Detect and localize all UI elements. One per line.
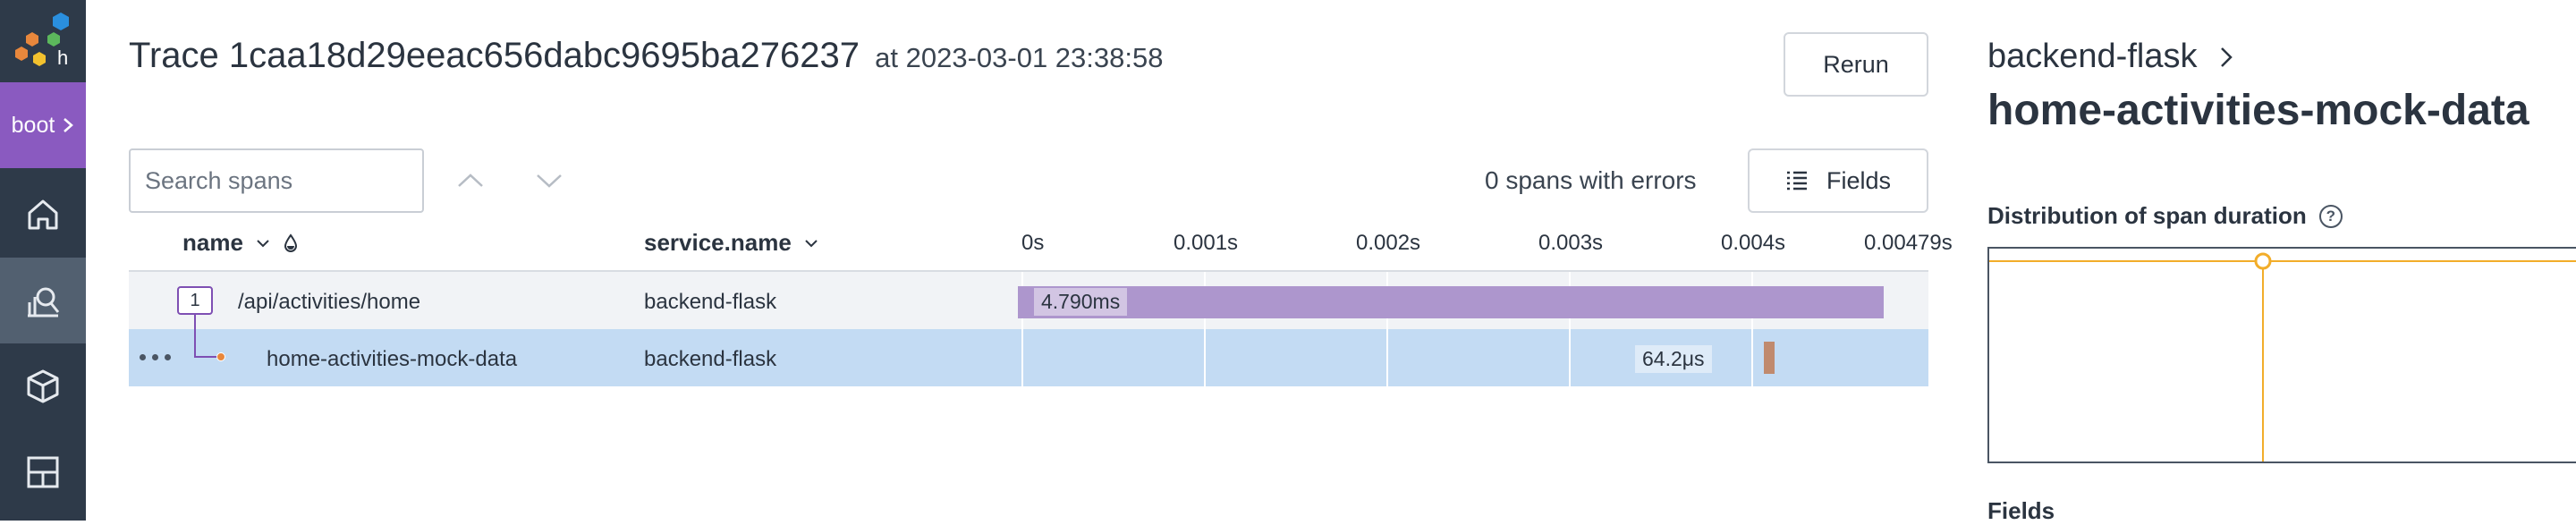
span-duration-label: 64.2μs [1635,345,1712,373]
distribution-plot [1989,252,2576,461]
more-options-icon[interactable] [140,354,171,360]
timeline-tick: 0.003s [1538,231,1604,255]
span-duration-distribution-chart[interactable] [1987,247,2576,463]
span-duration-bar[interactable] [1764,342,1775,374]
column-header-service[interactable]: service.name [644,229,818,257]
environment-label: boot [11,112,55,138]
span-status-dot [216,352,225,361]
chevron-down-icon [257,239,269,247]
timeline-tick: 0.00479s [1864,231,1953,255]
nav-rail: h boot [0,0,86,521]
trace-title: Trace 1caa18d29eeac656dabc9695ba276237 [129,36,860,75]
trace-timestamp: at 2023-03-01 23:38:58 [875,42,1164,73]
svg-text:h: h [57,47,68,69]
fields-button[interactable]: Fields [1748,148,1928,213]
nav-boards[interactable] [0,429,86,515]
column-header-name[interactable]: name [182,229,299,257]
help-icon[interactable]: ? [2318,204,2343,228]
fields-heading: Fields [1987,497,2055,524]
home-icon [28,199,58,230]
rerun-label: Rerun [1823,50,1889,78]
nav-query[interactable] [0,258,86,343]
honeycomb-logo[interactable]: h [13,11,73,72]
chevron-down-icon [805,239,818,247]
panel-service-name: backend-flask [1987,38,2198,75]
boards-icon [27,456,59,488]
child-count-badge[interactable]: 1 [177,286,213,315]
span-service: backend-flask [644,290,777,314]
span-duration-label: 4.790ms [1034,288,1128,316]
page-title: Trace 1caa18d29eeac656dabc9695ba276237 a… [129,36,1163,76]
timeline-tick: 0s [1021,231,1045,255]
tree-connector [194,315,196,358]
chevron-right-icon [2221,47,2233,67]
fields-label: Fields [1826,166,1892,194]
distribution-heading: Distribution of span duration ? [1987,202,2343,230]
panel-span-name: home-activities-mock-data [1987,87,2529,134]
selected-span-marker[interactable] [2254,252,2272,270]
search-spans-input[interactable] [129,148,424,213]
distribution-title: Distribution of span duration [1987,202,2307,229]
chevron-right-icon [64,118,74,132]
list-icon [1786,171,1807,191]
tree-connector [194,356,217,358]
span-errors-count: 0 spans with errors [1485,166,1697,194]
chevron-up-icon[interactable] [454,166,487,195]
column-header-name-label: name [182,229,243,256]
timeline-tick: 0.001s [1174,231,1239,255]
nav-datasets[interactable] [0,343,86,429]
datasets-icon [27,369,59,403]
drop-icon[interactable] [283,233,299,253]
panel-service-breadcrumb[interactable]: backend-flask [1987,38,2234,76]
timeline-tick: 0.002s [1356,231,1421,255]
chevron-down-icon[interactable] [533,166,565,195]
span-name: /api/activities/home [238,290,421,314]
span-service: backend-flask [644,347,777,371]
environment-selector[interactable]: boot [0,82,86,168]
column-header-service-label: service.name [644,229,792,256]
rerun-button[interactable]: Rerun [1784,32,1928,97]
timeline-tick: 0.004s [1721,231,1786,255]
span-duration-bar[interactable] [1018,286,1884,318]
span-name: home-activities-mock-data [267,347,518,371]
nav-home[interactable] [0,172,86,258]
query-icon [28,287,60,318]
